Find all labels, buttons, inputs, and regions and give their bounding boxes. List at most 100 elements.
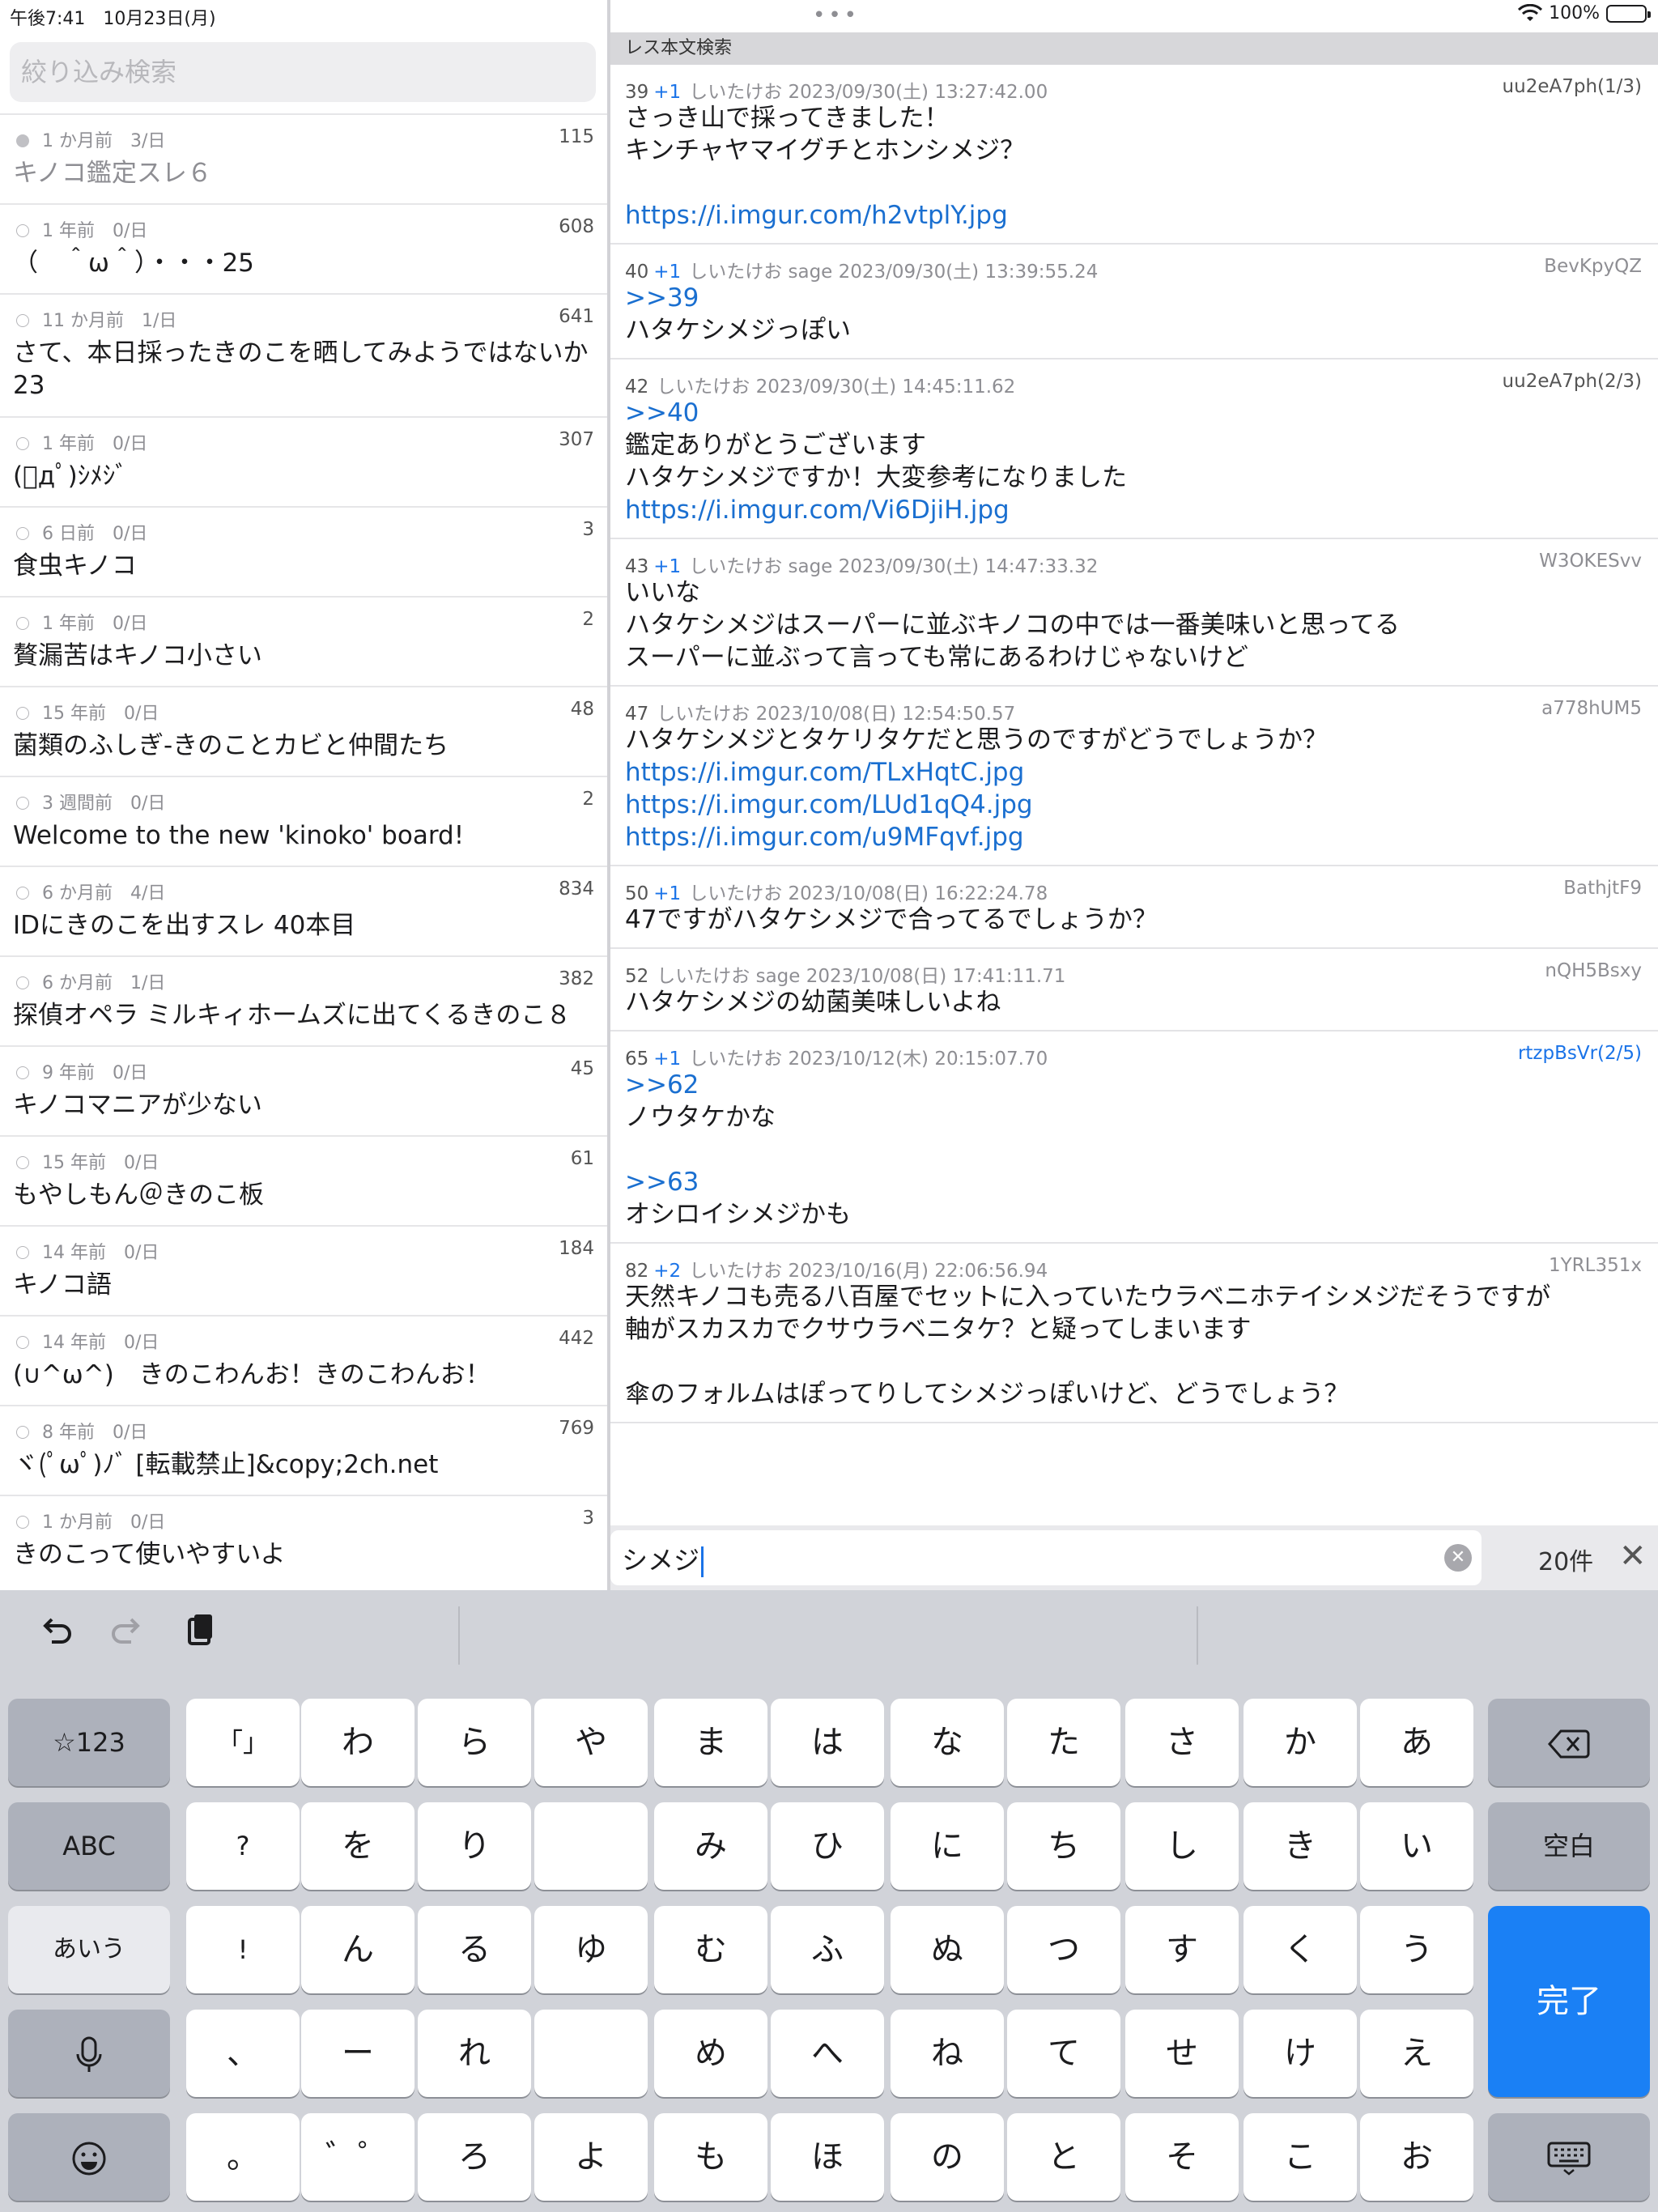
kana-key[interactable]: き: [1244, 1802, 1357, 1890]
post-id[interactable]: uu2eA7ph(1/3): [1503, 76, 1642, 97]
clear-search-icon[interactable]: ✕: [1444, 1544, 1472, 1572]
close-search-icon[interactable]: ✕: [1619, 1537, 1647, 1576]
reply-anchor-link[interactable]: >>63: [625, 1166, 1642, 1198]
kana-key[interactable]: や: [534, 1699, 648, 1786]
image-link[interactable]: https://i.imgur.com/TLxHqtC.jpg: [625, 756, 1642, 789]
kana-key[interactable]: む: [654, 1906, 767, 1993]
abc-mode-key[interactable]: ABC: [8, 1802, 170, 1890]
kana-key[interactable]: う: [1360, 1906, 1473, 1993]
image-link[interactable]: https://i.imgur.com/u9MFqvf.jpg: [625, 821, 1642, 853]
post-number[interactable]: 50: [625, 883, 648, 904]
post-reply-count[interactable]: +1: [653, 82, 681, 103]
thread-row[interactable]: 6 か月前 1/日 382 探偵オペラ ミルキィホームズに出てくるきのこ８: [0, 955, 607, 1045]
post-number[interactable]: 52: [625, 966, 648, 987]
reply-anchor-link[interactable]: >>39: [625, 282, 1642, 314]
kana-key[interactable]: !: [186, 1906, 300, 1993]
post[interactable]: 43 +1 しいたけお sage 2023/09/30(土) 14:47:33.32…: [610, 539, 1658, 687]
post-number[interactable]: 43: [625, 556, 648, 577]
kana-key[interactable]: れ: [418, 2010, 531, 2097]
kana-key[interactable]: ゛゜: [301, 2113, 414, 2201]
redo-icon[interactable]: [105, 1611, 151, 1657]
kana-key[interactable]: ひ: [771, 1802, 884, 1890]
post-id[interactable]: W3OKESvv: [1539, 551, 1642, 572]
hide-keyboard-key[interactable]: [1488, 2113, 1650, 2201]
kana-key[interactable]: な: [891, 1699, 1004, 1786]
post-number[interactable]: 42: [625, 376, 648, 398]
kana-key[interactable]: こ: [1244, 2113, 1357, 2201]
kana-key[interactable]: ん: [301, 1906, 414, 1993]
kana-key[interactable]: ー: [301, 2010, 414, 2097]
thread-row[interactable]: 15 年前 0/日 61 もやしもん＠きのこ板: [0, 1135, 607, 1225]
emoji-key[interactable]: [8, 2113, 170, 2201]
kana-key[interactable]: ち: [1007, 1802, 1120, 1890]
blank-key[interactable]: [534, 1802, 648, 1890]
kana-key[interactable]: 、: [186, 2010, 300, 2097]
kana-key[interactable]: い: [1360, 1802, 1473, 1890]
post-id[interactable]: a778hUM5: [1541, 698, 1642, 719]
kana-key[interactable]: ゆ: [534, 1906, 648, 1993]
kana-key[interactable]: ま: [654, 1699, 767, 1786]
kana-key[interactable]: と: [1007, 2113, 1120, 2201]
multitasking-dots[interactable]: •••: [813, 5, 860, 26]
post-number[interactable]: 47: [625, 704, 648, 725]
kana-key[interactable]: へ: [771, 2010, 884, 2097]
thread-row[interactable]: 14 年前 0/日 184 キノコ語: [0, 1225, 607, 1315]
number-mode-key[interactable]: ☆123: [8, 1699, 170, 1786]
post-id[interactable]: BevKpyQZ: [1544, 256, 1642, 277]
post[interactable]: 42 しいたけお 2023/09/30(土) 14:45:11.62 uu2eA7p…: [610, 359, 1658, 539]
post-number[interactable]: 39: [625, 82, 648, 103]
kana-key[interactable]: り: [418, 1802, 531, 1890]
kana-key[interactable]: み: [654, 1802, 767, 1890]
kana-key[interactable]: さ: [1125, 1699, 1239, 1786]
reply-anchor-link[interactable]: >>62: [625, 1069, 1642, 1101]
kana-key[interactable]: え: [1360, 2010, 1473, 2097]
thread-row[interactable]: 15 年前 0/日 48 菌類のふしぎ-きのことカビと仲間たち: [0, 686, 607, 776]
filter-search-input[interactable]: [10, 42, 596, 102]
kana-key[interactable]: ふ: [771, 1906, 884, 1993]
kana-mode-key[interactable]: あいう: [8, 1906, 170, 1993]
post-reply-count[interactable]: +1: [653, 262, 681, 283]
thread-row[interactable]: 11 か月前 1/日 641 さて、本日採ったきのこを晒してみようではないか23: [0, 293, 607, 416]
kana-key[interactable]: お: [1360, 2113, 1473, 2201]
post[interactable]: 47 しいたけお 2023/10/08(日) 12:54:50.57 a778hUM…: [610, 687, 1658, 866]
kana-key[interactable]: せ: [1125, 2010, 1239, 2097]
space-key[interactable]: 空白: [1488, 1802, 1650, 1890]
post-reply-count[interactable]: +1: [653, 1049, 681, 1070]
kana-key[interactable]: た: [1007, 1699, 1120, 1786]
kana-key[interactable]: す: [1125, 1906, 1239, 1993]
kana-key[interactable]: つ: [1007, 1906, 1120, 1993]
image-link[interactable]: https://i.imgur.com/Vi6DjiH.jpg: [625, 494, 1642, 526]
post[interactable]: 40 +1 しいたけお sage 2023/09/30(土) 13:39:55.24…: [610, 245, 1658, 359]
thread-row[interactable]: 14 年前 0/日 442 (∪^ω^) きのこわんお！きのこわんお！: [0, 1315, 607, 1405]
kana-key[interactable]: の: [891, 2113, 1004, 2201]
kana-key[interactable]: を: [301, 1802, 414, 1890]
thread-row[interactable]: 1 か月前 0/日 3 きのこって使いやすいよ: [0, 1495, 607, 1585]
post-number[interactable]: 82: [625, 1261, 648, 1282]
post-id[interactable]: uu2eA7ph(2/3): [1503, 371, 1642, 392]
post-list[interactable]: 39 +1 しいたけお 2023/09/30(土) 13:27:42.00 uu2eA…: [610, 65, 1658, 1558]
kana-key[interactable]: そ: [1125, 2113, 1239, 2201]
blank-key[interactable]: [534, 2010, 648, 2097]
image-link[interactable]: https://i.imgur.com/h2vtplY.jpg: [625, 199, 1642, 232]
kana-key[interactable]: け: [1244, 2010, 1357, 2097]
post-reply-count[interactable]: +2: [653, 1261, 681, 1282]
kana-key[interactable]: あ: [1360, 1699, 1473, 1786]
kana-key[interactable]: 「」: [186, 1699, 300, 1786]
kana-key[interactable]: る: [418, 1906, 531, 1993]
thread-row[interactable]: 6 か月前 4/日 834 IDにきのこを出すスレ 40本目: [0, 866, 607, 955]
delete-key[interactable]: [1488, 1699, 1650, 1786]
post[interactable]: 82 +2 しいたけお 2023/10/16(月) 22:06:56.94 1YRL3…: [610, 1244, 1658, 1423]
kana-key[interactable]: ね: [891, 2010, 1004, 2097]
kana-key[interactable]: わ: [301, 1699, 414, 1786]
kana-key[interactable]: て: [1007, 2010, 1120, 2097]
post-number[interactable]: 40: [625, 262, 648, 283]
kana-key[interactable]: ?: [186, 1802, 300, 1890]
kana-key[interactable]: ぬ: [891, 1906, 1004, 1993]
thread-row[interactable]: 9 年前 0/日 45 キノコマニアが少ない: [0, 1045, 607, 1135]
post[interactable]: 65 +1 しいたけお 2023/10/12(木) 20:15:07.70 rtzpB…: [610, 1032, 1658, 1244]
kana-key[interactable]: し: [1125, 1802, 1239, 1890]
kana-key[interactable]: く: [1244, 1906, 1357, 1993]
kana-key[interactable]: よ: [534, 2113, 648, 2201]
post-number[interactable]: 65: [625, 1049, 648, 1070]
kana-key[interactable]: も: [654, 2113, 767, 2201]
